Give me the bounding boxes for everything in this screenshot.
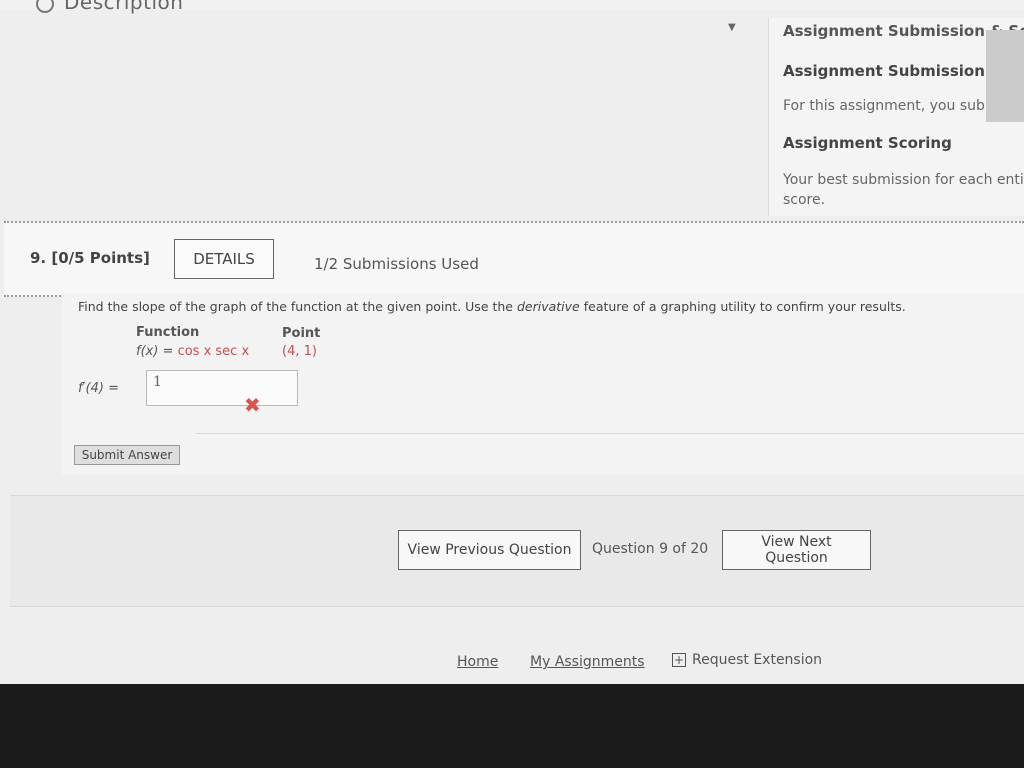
details-button[interactable]: DETAILS: [174, 239, 274, 279]
question-navigation: View Previous Question Question 9 of 20 …: [10, 495, 1024, 607]
function-header: Function: [136, 325, 200, 340]
description-section-toggle[interactable]: Description: [36, 0, 183, 14]
request-extension-link[interactable]: + Request Extension: [672, 652, 822, 668]
question-prompt: Find the slope of the graph of the funct…: [78, 299, 906, 314]
answer-input[interactable]: [146, 370, 298, 406]
function-expression: f(x) = cos x sec x: [136, 344, 250, 359]
view-next-question-button[interactable]: View Next Question: [722, 530, 871, 570]
my-assignments-link[interactable]: My Assignments: [530, 654, 645, 670]
submission-heading: Assignment Submission: [783, 62, 985, 80]
point-header: Point: [282, 326, 321, 341]
info-circle-icon: [36, 0, 54, 13]
view-previous-question-button[interactable]: View Previous Question: [398, 530, 581, 570]
assignment-page: Description ▼ Assignment Submission & Sc…: [0, 0, 1024, 684]
home-link[interactable]: Home: [457, 654, 498, 670]
panel-scrollbar[interactable]: [986, 30, 1024, 122]
footer-links: Home My Assignments + Request Extension: [0, 640, 1024, 684]
scoring-text: Your best submission for each entire sco…: [783, 170, 1024, 210]
scoring-text-line2: score.: [783, 192, 826, 208]
question-points: 9. [0/5 Points]: [30, 249, 150, 267]
scoring-heading: Assignment Scoring: [783, 134, 952, 152]
divider: [196, 433, 1024, 434]
incorrect-x-icon: ✖: [244, 393, 261, 417]
submit-answer-button[interactable]: Submit Answer: [74, 445, 180, 465]
question-header: 9. [0/5 Points] DETAILS 1/2 Submissions …: [4, 221, 1024, 297]
chevron-down-icon[interactable]: ▼: [728, 22, 736, 33]
answer-label: f′(4) =: [78, 381, 119, 396]
scoring-text-line1: Your best submission for each entire: [783, 172, 1024, 188]
point-value: (4, 1): [282, 344, 317, 359]
question-counter: Question 9 of 20: [592, 541, 709, 557]
submissions-used: 1/2 Submissions Used: [314, 255, 479, 273]
description-label: Description: [64, 0, 184, 14]
plus-box-icon: +: [672, 653, 686, 667]
question-body: Find the slope of the graph of the funct…: [62, 293, 1024, 475]
